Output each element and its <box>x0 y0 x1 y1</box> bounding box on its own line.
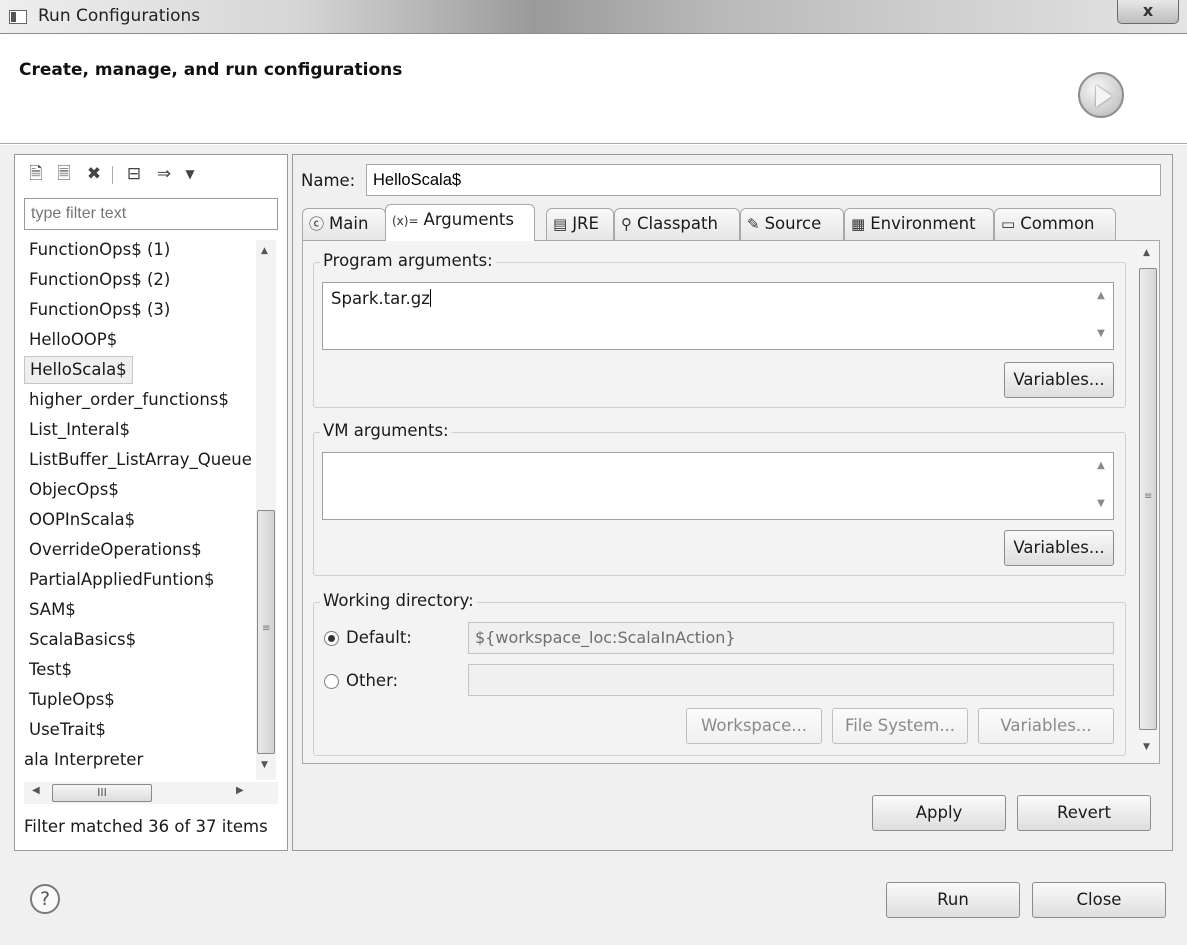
tab-jre[interactable]: ▤ JRE <box>546 208 614 240</box>
list-item[interactable]: ala Interpreter <box>24 746 148 774</box>
list-item[interactable]: ObjecOps$ <box>24 476 124 504</box>
grip-icon: ≡ <box>262 623 271 634</box>
revert-button[interactable]: Revert <box>1017 795 1151 831</box>
grip-icon: ≡ <box>1144 491 1153 502</box>
vm-arguments-textarea[interactable] <box>322 452 1114 520</box>
tab-arguments-label: Arguments <box>423 210 514 229</box>
scroll-down-arrow-icon[interactable]: ▼ <box>1143 742 1150 752</box>
scroll-up-arrow-icon[interactable]: ▲ <box>1090 290 1112 301</box>
list-item[interactable]: ScalaBasics$ <box>24 626 141 654</box>
window-icon <box>9 10 27 24</box>
list-item-selected[interactable]: HelloScala$ <box>24 356 133 384</box>
new-config-icon[interactable]: 🗎 <box>26 164 46 184</box>
config-list: FunctionOps$ (1) FunctionOps$ (2) Functi… <box>24 236 256 778</box>
delete-icon[interactable]: ✖ <box>84 164 104 184</box>
list-item[interactable]: OOPInScala$ <box>24 506 140 534</box>
scroll-up-arrow-icon[interactable]: ▲ <box>261 246 268 256</box>
name-label: Name: <box>301 171 356 190</box>
arguments-tab-icon: (x)= <box>392 214 419 228</box>
other-radio-label: Other: <box>346 671 399 690</box>
tab-arguments[interactable]: (x)= Arguments <box>385 204 535 241</box>
tab-main[interactable]: ⓒ Main <box>302 208 386 240</box>
source-tab-icon: ✎ <box>747 215 760 233</box>
filter-input[interactable] <box>24 198 278 230</box>
apply-button[interactable]: Apply <box>872 795 1006 831</box>
name-input[interactable] <box>366 164 1161 196</box>
tab-source-label: Source <box>764 214 822 233</box>
run-icon <box>1078 72 1124 118</box>
scroll-up-arrow-icon[interactable]: ▲ <box>1090 460 1112 471</box>
default-radio-label: Default: <box>346 628 412 647</box>
filter-icon[interactable]: ⇒ <box>154 164 174 184</box>
list-item[interactable]: FunctionOps$ (3) <box>24 296 175 324</box>
main-tab-icon: ⓒ <box>309 215 325 233</box>
other-directory-field <box>468 664 1114 696</box>
working-directory-label: Working directory: <box>320 591 477 610</box>
program-arguments-label: Program arguments: <box>320 251 496 270</box>
config-list-vscroll-thumb[interactable]: ≡ <box>257 510 275 754</box>
list-item[interactable]: FunctionOps$ (2) <box>24 266 175 294</box>
text-cursor <box>429 289 431 307</box>
environment-tab-icon: ▦ <box>851 215 866 233</box>
vm-arguments-label: VM arguments: <box>320 421 452 440</box>
tab-common[interactable]: ▭ Common <box>994 208 1116 240</box>
working-directory-variables-button[interactable]: Variables... <box>978 708 1114 744</box>
scroll-down-arrow-icon[interactable]: ▼ <box>261 760 268 770</box>
dialog-header-title: Create, manage, and run configurations <box>19 60 403 80</box>
scroll-down-arrow-icon[interactable]: ▼ <box>1090 328 1112 339</box>
list-item[interactable]: ListBuffer_ListArray_Queue <box>24 446 256 474</box>
classpath-tab-icon: ⚲ <box>621 215 632 233</box>
scroll-left-arrow-icon[interactable]: ◀ <box>32 785 40 796</box>
scroll-up-arrow-icon[interactable]: ▲ <box>1143 248 1150 258</box>
dropdown-icon[interactable]: ▼ <box>180 164 200 184</box>
tab-environment[interactable]: ▦ Environment <box>844 208 994 240</box>
list-item[interactable]: SAM$ <box>24 596 81 624</box>
default-directory-field: ${workspace_loc:ScalaInAction} <box>468 622 1114 654</box>
default-radio[interactable] <box>324 631 339 646</box>
help-icon[interactable]: ? <box>30 884 60 914</box>
program-arguments-textarea[interactable]: Spark.tar.gz <box>322 282 1114 350</box>
common-tab-icon: ▭ <box>1001 215 1016 233</box>
duplicate-icon[interactable]: 🗏 <box>54 164 74 184</box>
run-button[interactable]: Run <box>886 882 1020 918</box>
arguments-vscroll-thumb[interactable]: ≡ <box>1139 268 1157 730</box>
tab-classpath[interactable]: ⚲ Classpath <box>614 208 740 240</box>
file-system-button[interactable]: File System... <box>832 708 968 744</box>
close-button[interactable]: Close <box>1032 882 1166 918</box>
dialog-header <box>0 34 1187 144</box>
jre-tab-icon: ▤ <box>553 215 568 233</box>
workspace-button[interactable]: Workspace... <box>686 708 822 744</box>
list-item[interactable]: FunctionOps$ (1) <box>24 236 175 264</box>
tab-main-label: Main <box>329 214 369 233</box>
vm-arguments-variables-button[interactable]: Variables... <box>1004 530 1114 566</box>
tab-environment-label: Environment <box>870 214 976 233</box>
list-item[interactable]: OverrideOperations$ <box>24 536 207 564</box>
window-title: Run Configurations <box>38 6 201 26</box>
collapse-all-icon[interactable]: ⊟ <box>124 164 144 184</box>
list-item[interactable]: higher_order_functions$ <box>24 386 234 414</box>
list-item[interactable]: TupleOps$ <box>24 686 120 714</box>
config-list-hscroll-thumb[interactable]: III <box>52 784 152 802</box>
program-arguments-value: Spark.tar.gz <box>331 289 430 308</box>
list-item[interactable]: HelloOOP$ <box>24 326 122 354</box>
tab-common-label: Common <box>1020 214 1095 233</box>
scroll-right-arrow-icon[interactable]: ▶ <box>236 785 244 796</box>
toolbar-separator <box>112 166 113 184</box>
tab-source[interactable]: ✎ Source <box>740 208 844 240</box>
filter-status: Filter matched 36 of 37 items <box>24 817 268 836</box>
tab-jre-label: JRE <box>572 214 599 233</box>
other-radio[interactable] <box>324 674 339 689</box>
list-item[interactable]: List_Interal$ <box>24 416 135 444</box>
scroll-down-arrow-icon[interactable]: ▼ <box>1090 498 1112 509</box>
tab-classpath-label: Classpath <box>637 214 718 233</box>
program-arguments-variables-button[interactable]: Variables... <box>1004 362 1114 398</box>
list-item[interactable]: PartialAppliedFuntion$ <box>24 566 220 594</box>
window-close-button[interactable]: x <box>1117 0 1179 24</box>
list-item[interactable]: Test$ <box>24 656 77 684</box>
list-item[interactable]: UseTrait$ <box>24 716 111 744</box>
